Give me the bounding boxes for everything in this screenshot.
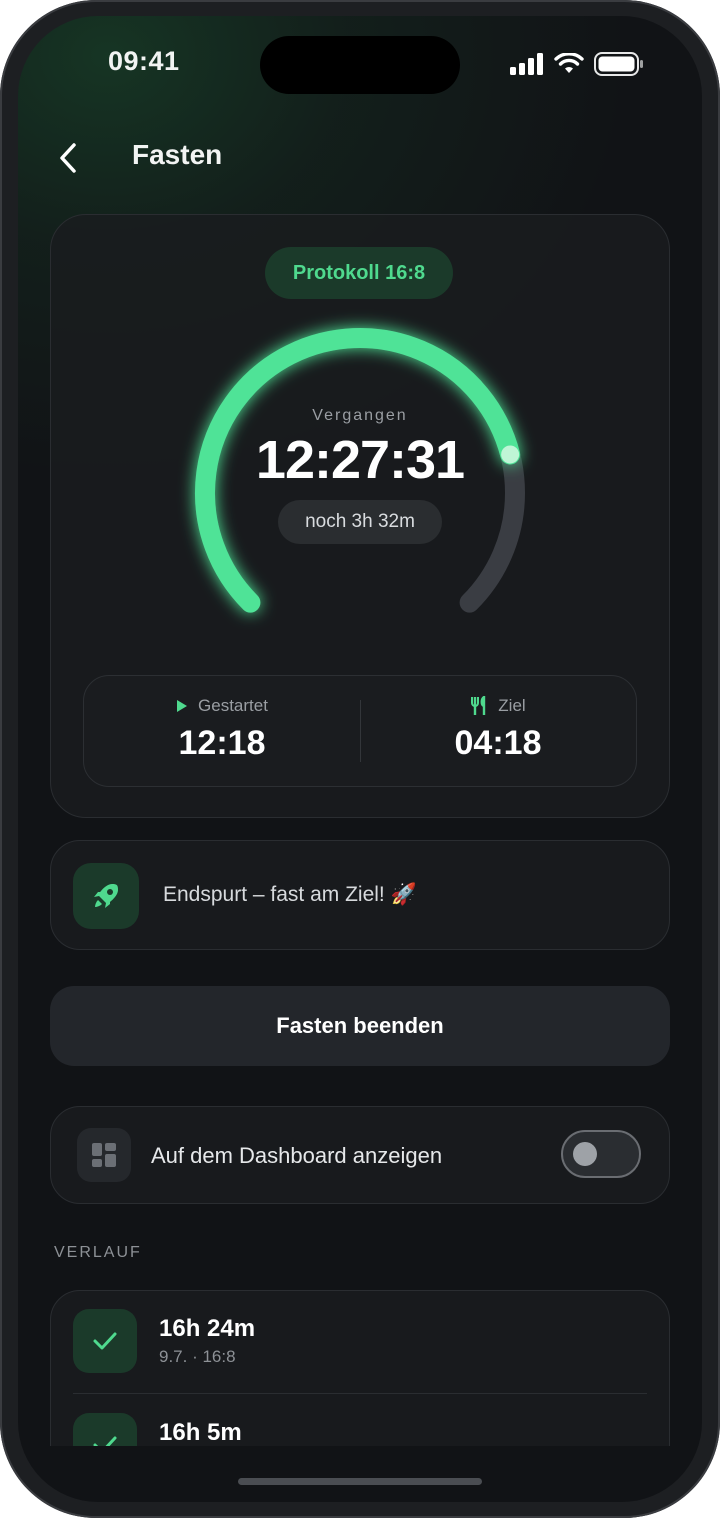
history-meta: 9.7. · 16:8 <box>159 1347 236 1366</box>
history-item[interactable]: 16h 5m <box>73 1395 647 1446</box>
check-icon <box>73 1309 137 1373</box>
check-icon <box>73 1413 137 1446</box>
history-divider <box>73 1393 647 1394</box>
home-indicator <box>238 1478 482 1485</box>
history-duration: 16h 24m <box>159 1315 256 1342</box>
screen: 09:41 Fasten Protokoll 16:8 Vergangen 12… <box>18 16 702 1502</box>
history-viewport: 16h 24m 9.7. · 16:8 16h 5m <box>18 16 702 1446</box>
phone-frame: 09:41 Fasten Protokoll 16:8 Vergangen 12… <box>0 0 720 1518</box>
history-item[interactable]: 16h 24m 9.7. · 16:8 <box>73 1291 647 1395</box>
history-card: 16h 24m 9.7. · 16:8 16h 5m <box>50 1290 670 1446</box>
history-duration: 16h 5m <box>159 1419 242 1446</box>
